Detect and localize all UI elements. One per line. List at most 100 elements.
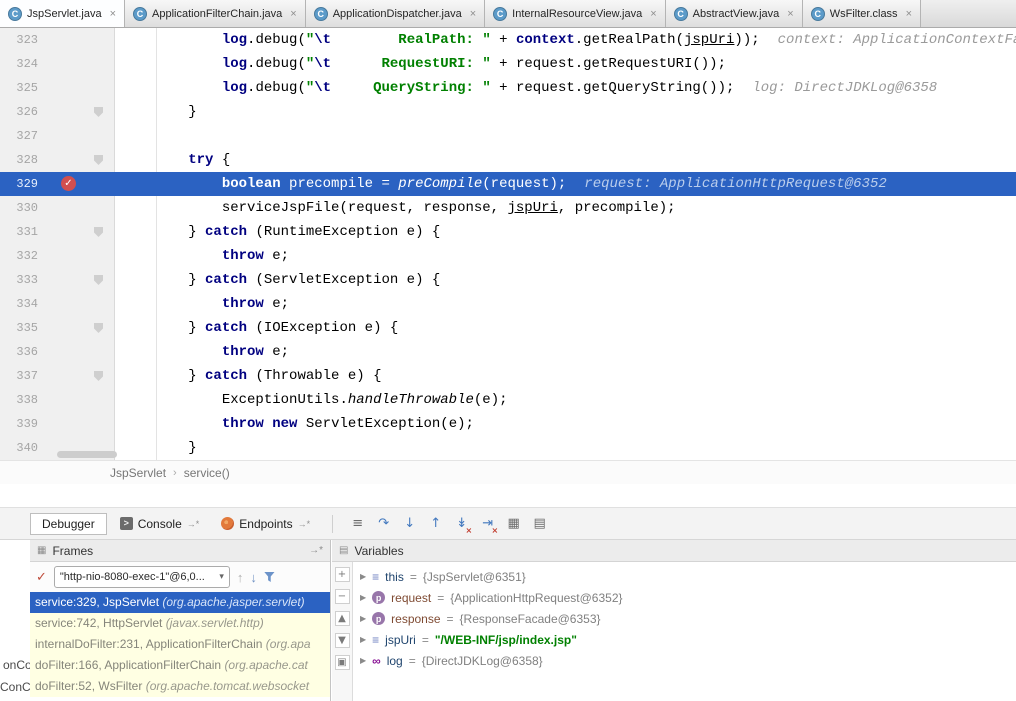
close-tab-icon[interactable]: × xyxy=(906,8,912,20)
add-icon[interactable]: + xyxy=(335,567,350,582)
tool-tab-debugger[interactable]: Debugger xyxy=(30,513,107,535)
code-line-328[interactable]: 328 try { xyxy=(0,148,1016,172)
variable-row[interactable]: ▶presponse = {ResponseFacade@6353} xyxy=(354,608,1016,629)
breakpoint-icon[interactable]: ✓ xyxy=(61,176,76,191)
copy-icon[interactable]: ▣ xyxy=(335,655,350,670)
code-line-339[interactable]: 339 throw new ServletException(e); xyxy=(0,412,1016,436)
fold-marker-icon[interactable] xyxy=(94,155,103,165)
fold-marker-icon[interactable] xyxy=(94,227,103,237)
close-tab-icon[interactable]: × xyxy=(470,8,476,20)
code-editor[interactable]: 323 log.debug("\t RealPath: " + context.… xyxy=(0,28,1016,460)
view-breakpoints-icon[interactable]: ▦ xyxy=(502,514,525,534)
editor-tab-4[interactable]: CAbstractView.java× xyxy=(666,0,803,27)
fold-marker-icon[interactable] xyxy=(94,371,103,381)
editor-tab-5[interactable]: CWsFilter.class× xyxy=(803,0,921,27)
code-line-323[interactable]: 323 log.debug("\t RealPath: " + context.… xyxy=(0,28,1016,52)
expand-chevron-icon[interactable]: ▶ xyxy=(360,635,366,644)
code-text: ExceptionUtils.handleThrowable(e); xyxy=(121,388,508,412)
frame-row[interactable]: service:742, HttpServlet (javax.servlet.… xyxy=(30,613,330,634)
step-out-icon[interactable]: ↑ xyxy=(424,514,447,534)
code-text: serviceJspFile(request, response, jspUri… xyxy=(121,196,676,220)
step-over-icon[interactable]: ↷ xyxy=(372,514,395,534)
java-class-icon: C xyxy=(674,7,688,21)
fold-marker-icon[interactable] xyxy=(94,107,103,117)
frame-row[interactable]: doFilter:52, WsFilter (org.apache.tomcat… xyxy=(30,676,330,697)
line-number: 331 xyxy=(0,220,38,244)
close-tab-icon[interactable]: × xyxy=(110,8,116,20)
code-text: } catch (Throwable e) { xyxy=(121,364,381,388)
variable-row[interactable]: ▶≡this = {JspServlet@6351} xyxy=(354,566,1016,587)
code-line-340[interactable]: 340 } xyxy=(0,436,1016,460)
code-line-324[interactable]: 324 log.debug("\t RequestURI: " + reques… xyxy=(0,52,1016,76)
editor-tab-1[interactable]: CApplicationFilterChain.java× xyxy=(125,0,306,27)
code-token: } xyxy=(188,368,205,384)
close-tab-icon[interactable]: × xyxy=(650,8,656,20)
tool-tab-endpoints[interactable]: Endpoints→* xyxy=(212,514,319,534)
code-line-334[interactable]: 334 throw e; xyxy=(0,292,1016,316)
code-line-335[interactable]: 335 } catch (IOException e) { xyxy=(0,316,1016,340)
variable-value: {DirectJDKLog@6358} xyxy=(422,654,543,668)
code-line-336[interactable]: 336 throw e; xyxy=(0,340,1016,364)
thread-selector[interactable]: "http-nio-8080-exec-1"@6,0... ▾ xyxy=(54,566,230,588)
previous-frame-icon[interactable]: ↑ xyxy=(237,570,244,585)
frame-row[interactable]: doFilter:166, ApplicationFilterChain (or… xyxy=(30,655,330,676)
editor-tab-0[interactable]: CJspServlet.java× xyxy=(0,0,125,27)
run-to-cursor-icon[interactable]: ⇥× xyxy=(476,514,499,534)
next-frame-icon[interactable]: ↓ xyxy=(250,570,257,585)
filter-frames-icon[interactable] xyxy=(264,572,275,583)
code-token: precompile = xyxy=(281,176,399,192)
code-line-332[interactable]: 332 throw e; xyxy=(0,244,1016,268)
close-tab-icon[interactable]: × xyxy=(290,8,296,20)
frame-package: (org.apache.jasper.servlet) xyxy=(162,595,304,609)
expand-chevron-icon[interactable]: ▶ xyxy=(360,593,366,602)
variable-name: request xyxy=(391,591,431,605)
tab-label: ApplicationDispatcher.java xyxy=(333,8,462,20)
code-line-329[interactable]: 329✓ boolean precompile = preCompile(req… xyxy=(0,172,1016,196)
expand-chevron-icon[interactable]: ▶ xyxy=(360,614,366,623)
code-line-337[interactable]: 337 } catch (Throwable e) { xyxy=(0,364,1016,388)
line-number: 332 xyxy=(0,244,38,268)
settings-menu-icon[interactable]: ≡ xyxy=(346,514,369,534)
variable-value: {JspServlet@6351} xyxy=(423,570,526,584)
expand-chevron-icon[interactable]: ▶ xyxy=(360,572,366,581)
code-token: getRealPath xyxy=(583,32,675,48)
code-line-333[interactable]: 333 } catch (ServletException e) { xyxy=(0,268,1016,292)
move-down-icon[interactable]: ▼ xyxy=(335,633,350,648)
editor-tab-2[interactable]: CApplicationDispatcher.java× xyxy=(306,0,485,27)
editor-tab-3[interactable]: CInternalResourceView.java× xyxy=(485,0,665,27)
fold-marker-icon[interactable] xyxy=(94,275,103,285)
breadcrumb-method[interactable]: service() xyxy=(184,466,230,480)
code-line-330[interactable]: 330 serviceJspFile(request, response, js… xyxy=(0,196,1016,220)
frame-location: doFilter:52, WsFilter xyxy=(35,679,146,693)
breadcrumb-class[interactable]: JspServlet xyxy=(110,466,166,480)
variable-row[interactable]: ▶∞log = {DirectJDKLog@6358} xyxy=(354,650,1016,671)
horizontal-scrollbar-thumb[interactable] xyxy=(57,451,117,458)
splitter-band[interactable] xyxy=(0,484,1016,507)
force-step-into-icon[interactable]: ↡× xyxy=(450,514,473,534)
variable-row[interactable]: ▶prequest = {ApplicationHttpRequest@6352… xyxy=(354,587,1016,608)
fold-marker-icon[interactable] xyxy=(94,323,103,333)
frame-row[interactable]: internalDoFilter:231, ApplicationFilterC… xyxy=(30,634,330,655)
line-number: 329 xyxy=(0,172,38,196)
mute-breakpoints-icon[interactable]: ▤ xyxy=(528,514,551,534)
variables-panel-icon: ▤ xyxy=(339,545,348,556)
code-line-338[interactable]: 338 ExceptionUtils.handleThrowable(e); xyxy=(0,388,1016,412)
chevron-down-icon[interactable]: ▾ xyxy=(219,572,224,582)
line-number: 334 xyxy=(0,292,38,316)
line-number: 338 xyxy=(0,388,38,412)
tool-tab-label: Debugger xyxy=(42,517,95,531)
step-into-icon[interactable]: ↓ xyxy=(398,514,421,534)
close-tab-icon[interactable]: × xyxy=(787,8,793,20)
code-line-326[interactable]: 326 } xyxy=(0,100,1016,124)
frame-row[interactable]: service:329, JspServlet (org.apache.jasp… xyxy=(30,592,330,613)
frames-header-options-icon[interactable]: →* xyxy=(309,545,323,556)
move-up-icon[interactable]: ▲ xyxy=(335,611,350,626)
code-line-331[interactable]: 331 } catch (RuntimeException e) { xyxy=(0,220,1016,244)
expand-chevron-icon[interactable]: ▶ xyxy=(360,656,366,665)
code-token: log xyxy=(222,32,247,48)
tool-tab-console[interactable]: >Console→* xyxy=(111,514,209,534)
code-line-327[interactable]: 327 xyxy=(0,124,1016,148)
variable-row[interactable]: ▶≡jspUri = "/WEB-INF/jsp/index.jsp" xyxy=(354,629,1016,650)
remove-icon[interactable]: − xyxy=(335,589,350,604)
code-line-325[interactable]: 325 log.debug("\t QueryString: " + reque… xyxy=(0,76,1016,100)
